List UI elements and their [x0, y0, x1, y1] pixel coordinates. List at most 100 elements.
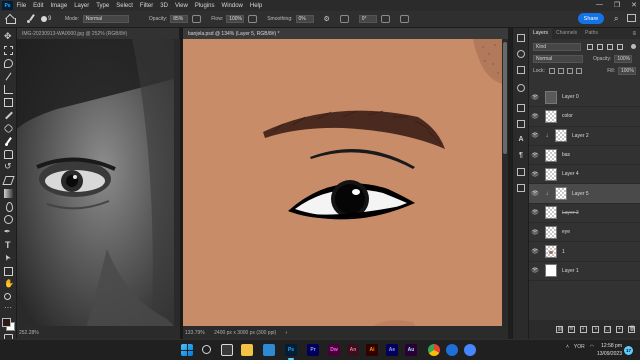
new-layer-icon[interactable]: + [616, 326, 623, 333]
audition-taskbar-icon[interactable]: Au [405, 344, 417, 356]
layer-kind-filter[interactable]: Kind [533, 42, 581, 51]
language-indicator[interactable]: YOR [574, 344, 585, 350]
layer-name[interactable]: Layer 2 [572, 133, 589, 139]
layer-row[interactable]: 👁 Layer 4 [529, 165, 640, 185]
layer-thumbnail[interactable] [545, 90, 557, 104]
layer-thumbnail[interactable] [545, 225, 557, 239]
mode-select[interactable]: Normal [82, 15, 129, 23]
lock-all-icon[interactable] [575, 67, 582, 74]
filter-adjustment-icon[interactable] [597, 43, 603, 50]
menu-view[interactable]: View [171, 3, 191, 9]
adjustments-panel-icon[interactable] [517, 184, 525, 192]
layer-name[interactable]: eye [562, 229, 570, 235]
illustrator-taskbar-icon[interactable]: Ai [366, 344, 378, 356]
menu-plugins[interactable]: Plugins [191, 3, 218, 9]
menu-select[interactable]: Select [113, 3, 137, 9]
after-effects-taskbar-icon[interactable]: Ae [386, 344, 398, 356]
layer-name[interactable]: color [562, 113, 573, 119]
search-icon[interactable]: ⌕ [614, 14, 618, 24]
swatches-panel-icon[interactable] [517, 66, 525, 74]
menu-window[interactable]: Window [218, 3, 246, 9]
brushes-panel-icon[interactable] [517, 120, 525, 128]
layer-row[interactable]: 👁 Layer 3 [529, 204, 640, 224]
character-panel-icon[interactable]: A [517, 136, 525, 144]
menu-file[interactable]: File [13, 3, 30, 9]
color-panel-icon[interactable] [517, 50, 525, 58]
menu-edit[interactable]: Edit [30, 3, 47, 9]
restore-icon[interactable]: ❐ [614, 1, 620, 9]
symmetry-icon[interactable] [399, 15, 409, 23]
pressure-opacity-icon[interactable] [192, 15, 202, 23]
lock-position-icon[interactable] [566, 67, 573, 74]
menu-type[interactable]: Type [93, 3, 113, 9]
layer-row[interactable]: 👁 eye [529, 223, 640, 243]
animate-taskbar-icon[interactable]: An [347, 344, 359, 356]
document-tab-reference[interactable]: IMG-20230913-WA0000.jpg @ 252% (RGB/8#) [17, 28, 179, 39]
taskbar-clock[interactable]: 12:58 pm 13/09/2023 [592, 342, 622, 358]
move-tool-icon[interactable] [4, 31, 13, 42]
minimize-icon[interactable]: — [596, 1, 603, 9]
filter-toggle-icon[interactable] [631, 44, 636, 49]
illustration-scrollbar-thumb[interactable] [503, 42, 507, 154]
lasso-tool-icon[interactable] [4, 59, 13, 68]
layer-row[interactable]: 👁 ↓ Layer 5 [529, 184, 640, 204]
menu-filter[interactable]: Filter [136, 3, 156, 9]
type-tool-icon[interactable] [4, 240, 13, 250]
notification-badge[interactable]: 17 [624, 346, 633, 355]
status-arrow-icon[interactable]: › [286, 330, 288, 336]
visibility-eye-icon[interactable]: 👁 [529, 267, 541, 274]
frame-tool-icon[interactable] [4, 98, 13, 107]
chrome-taskbar-icon[interactable] [428, 344, 440, 356]
file-explorer-icon[interactable] [241, 344, 253, 356]
eyedropper-tool-icon[interactable] [4, 111, 13, 120]
layer-row[interactable]: 👁 Layer 0 [529, 88, 640, 108]
menu-help[interactable]: Help [246, 3, 265, 9]
home-icon[interactable] [5, 14, 16, 24]
path-selection-tool-icon[interactable] [4, 254, 13, 263]
history-panel-icon[interactable] [517, 34, 525, 42]
browser-taskbar-icon[interactable] [446, 344, 458, 356]
layer-thumbnail[interactable] [555, 129, 567, 143]
magic-wand-tool-icon[interactable] [4, 72, 13, 81]
layer-row[interactable]: 👁 color [529, 107, 640, 127]
layer-row[interactable]: 👁 bas [529, 146, 640, 166]
visibility-eye-icon[interactable]: 👁 [529, 229, 541, 236]
photoshop-taskbar-icon[interactable]: Ps [285, 344, 297, 356]
layer-name[interactable]: Layer 3 [562, 210, 579, 216]
panel-menu-icon[interactable]: ≡ [632, 31, 636, 37]
info-panel-icon[interactable] [517, 84, 525, 92]
airbrush-icon[interactable] [248, 15, 258, 23]
delete-layer-icon[interactable]: 🗑 [628, 326, 635, 333]
tab-layers[interactable]: Layers [529, 28, 553, 39]
eraser-tool-icon[interactable] [2, 176, 15, 185]
zoom-tool-icon[interactable] [4, 293, 11, 300]
layer-name[interactable]: Layer 4 [562, 171, 579, 177]
marquee-tool-icon[interactable] [4, 46, 13, 55]
lock-pixels-icon[interactable] [557, 67, 564, 74]
visibility-eye-icon[interactable]: 👁 [529, 248, 541, 255]
rectangle-tool-icon[interactable] [4, 267, 13, 276]
visibility-eye-icon[interactable]: 👁 [529, 171, 541, 178]
filter-shape-icon[interactable] [617, 43, 623, 50]
reference-zoom-level[interactable]: 252.28% [19, 330, 39, 336]
layer-row[interactable]: 👁 1 [529, 242, 640, 262]
menu-layer[interactable]: Layer [71, 3, 93, 9]
layer-name[interactable]: Layer 0 [562, 94, 579, 100]
blur-tool-icon[interactable] [4, 202, 13, 212]
tab-paths[interactable]: Paths [581, 28, 602, 39]
clone-stamp-tool-icon[interactable] [4, 150, 13, 159]
layer-opacity-field[interactable]: 100% [614, 54, 633, 63]
pressure-size-icon[interactable] [380, 15, 390, 23]
flow-field[interactable]: 100% [226, 15, 245, 23]
gradient-tool-icon[interactable] [4, 189, 13, 198]
layer-thumbnail[interactable] [545, 109, 557, 123]
filter-type-icon[interactable] [607, 43, 613, 50]
crop-tool-icon[interactable] [4, 85, 13, 94]
paragraph-panel-icon[interactable]: ¶ [517, 152, 525, 160]
visibility-eye-icon[interactable]: 👁 [529, 94, 541, 101]
smoothing-field[interactable]: 0% [295, 15, 314, 23]
layer-row[interactable]: 👁 ↓ Layer 2 [529, 127, 640, 146]
taskbar-app-icon[interactable] [263, 344, 275, 356]
dreamweaver-taskbar-icon[interactable]: Dw [328, 344, 340, 356]
tab-channels[interactable]: Channels [552, 28, 581, 39]
